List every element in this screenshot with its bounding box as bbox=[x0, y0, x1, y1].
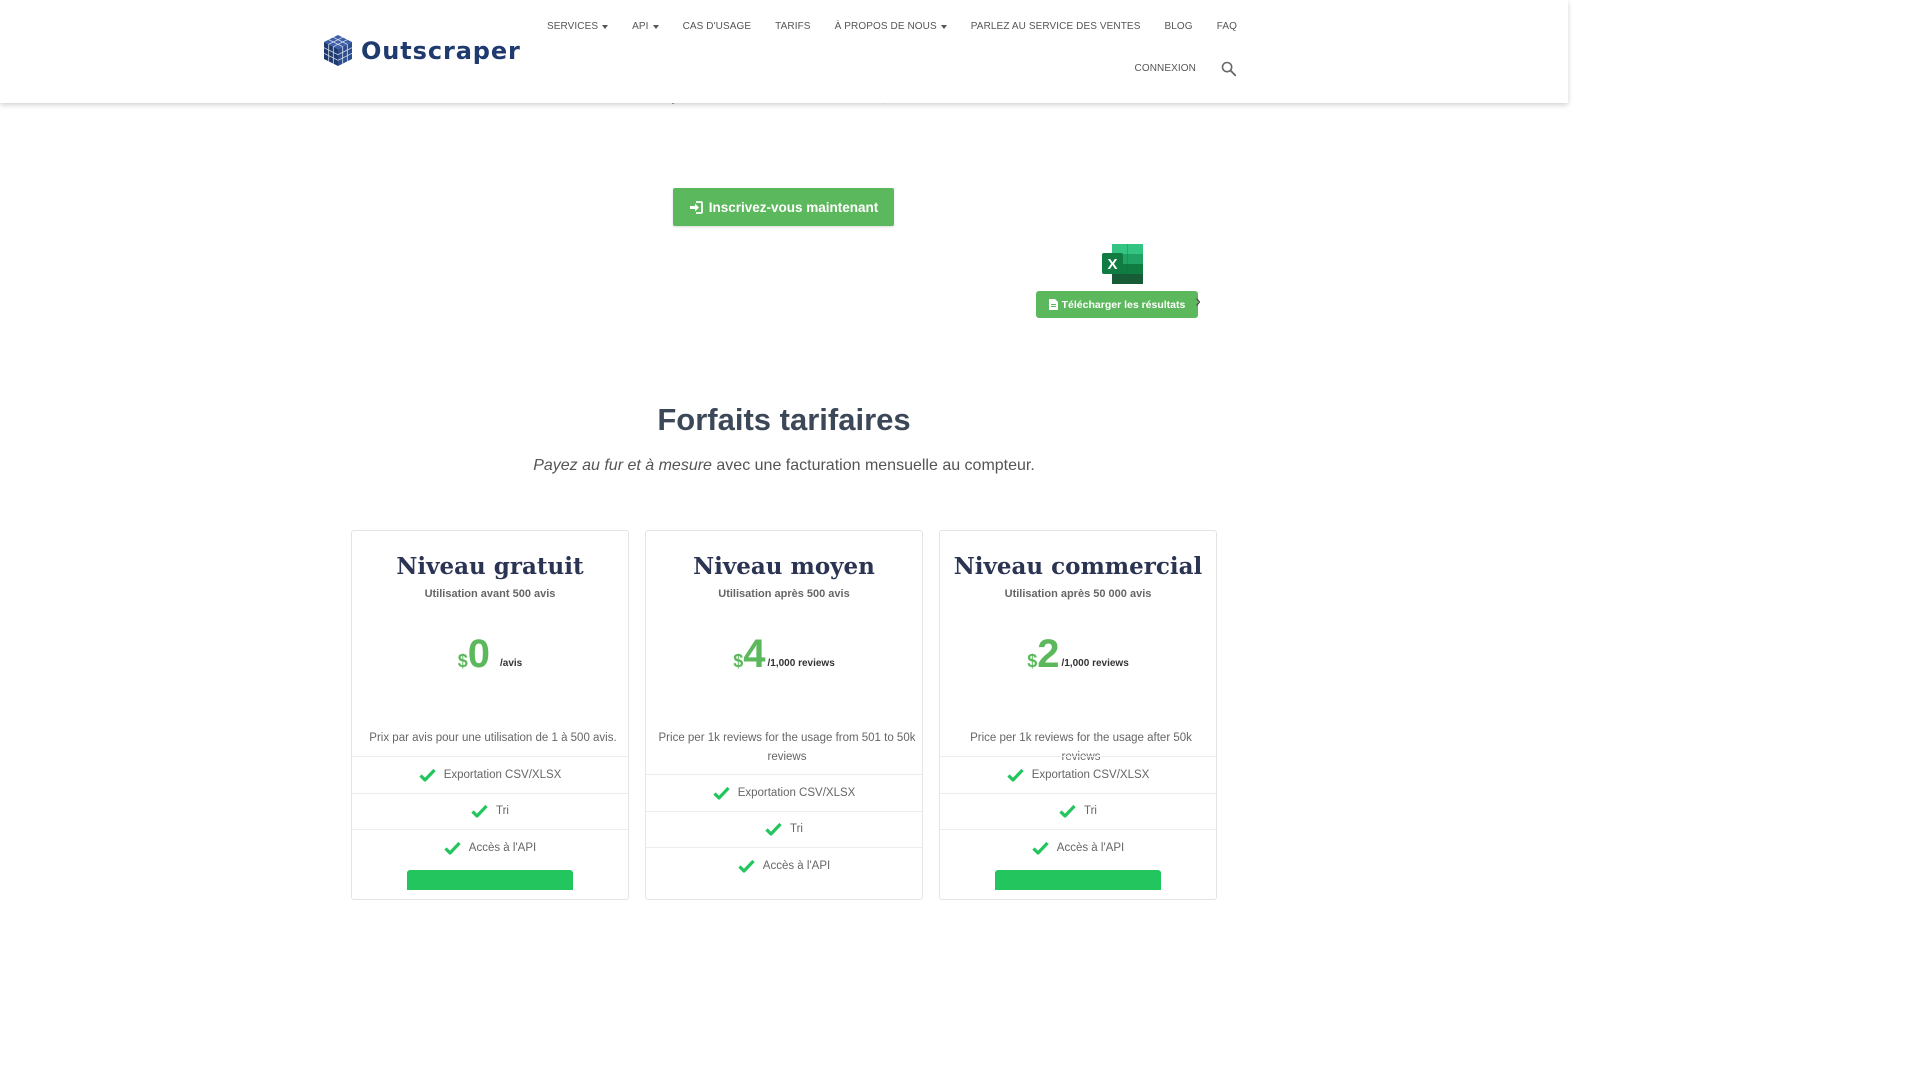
tier-price: $ 0 /avis bbox=[352, 634, 628, 674]
check-icon bbox=[444, 841, 461, 855]
feature-label: Tri bbox=[496, 805, 509, 818]
nav-pricing[interactable]: TARIFS bbox=[775, 21, 810, 32]
tier-name: Niveau gratuit bbox=[396, 553, 584, 580]
feature-item: Accès à l'API bbox=[940, 829, 1216, 866]
tier-usage: Utilisation avant 500 avis bbox=[424, 588, 556, 600]
tier-cta-button[interactable] bbox=[407, 870, 573, 890]
feature-label: Accès à l'API bbox=[1056, 841, 1125, 854]
nav-label: API bbox=[632, 21, 649, 32]
nav-label: FAQ bbox=[1216, 21, 1237, 32]
download-button-label: Télécharger les résultats bbox=[1061, 298, 1186, 311]
check-icon bbox=[765, 823, 782, 836]
check-icon bbox=[1007, 768, 1024, 782]
feature-label: Exportation CSV/XLSX bbox=[737, 786, 856, 799]
tier-description: Prix par avis pour une utilisation de 1 … bbox=[369, 732, 617, 744]
nav-label: SERVICES bbox=[546, 21, 599, 32]
nav-about[interactable]: À PROPOS DE NOUS bbox=[835, 21, 947, 32]
nav-label: CAS D'USAGE bbox=[682, 21, 752, 32]
check-icon bbox=[471, 805, 488, 818]
site-header: Outscraper SERVICES API CAS D'USAGE TARI… bbox=[0, 0, 1568, 103]
feature-item: Accès à l'API bbox=[352, 829, 628, 866]
nav-services[interactable]: SERVICES bbox=[546, 21, 609, 32]
check-icon bbox=[1032, 841, 1049, 855]
check-icon bbox=[1059, 805, 1076, 818]
secondary-nav: CONNEXION bbox=[1111, 60, 1237, 77]
feature-list: Exportation CSV/XLSX Tri Accès à l'API bbox=[352, 756, 628, 866]
caret-down-icon bbox=[940, 24, 947, 29]
price-currency: $ bbox=[733, 651, 744, 671]
cube-logo-icon bbox=[323, 35, 353, 66]
brand-logo[interactable]: Outscraper bbox=[323, 34, 521, 67]
sign-in-icon bbox=[689, 200, 703, 214]
feature-item: Tri bbox=[940, 792, 1216, 830]
price-amount: 0 bbox=[467, 632, 490, 676]
pricing-card-commercial: Niveau commercial Utilisation après 50 0… bbox=[939, 530, 1217, 900]
feature-label: Exportation CSV/XLSX bbox=[443, 768, 562, 781]
search-button[interactable] bbox=[1220, 60, 1237, 77]
svg-text:X: X bbox=[1107, 256, 1117, 273]
tier-usage: Utilisation après 50 000 avis bbox=[1004, 588, 1152, 600]
check-icon bbox=[738, 859, 755, 873]
download-results-button[interactable]: Télécharger les résultats bbox=[1036, 291, 1198, 318]
tier-cta-button[interactable] bbox=[995, 870, 1161, 890]
file-icon bbox=[1048, 299, 1058, 310]
tier-name: Niveau moyen bbox=[693, 553, 875, 580]
pricing-subtitle-rest: avec une facturation mensuelle au compte… bbox=[711, 457, 1035, 474]
check-icon bbox=[419, 768, 436, 782]
feature-item: Exportation CSV/XLSX bbox=[940, 756, 1216, 793]
main-nav: SERVICES API CAS D'USAGE TARIFS À PROPOS… bbox=[523, 21, 1237, 32]
feature-label: Tri bbox=[790, 823, 803, 836]
check-icon bbox=[713, 786, 730, 800]
pricing-title: Forfaits tarifaires bbox=[657, 402, 911, 437]
nav-label: CONNEXION bbox=[1134, 63, 1196, 74]
nav-label: PARLEZ AU SERVICE DES VENTES bbox=[970, 21, 1141, 32]
price-amount: 4 bbox=[743, 632, 766, 676]
nav-login[interactable]: CONNEXION bbox=[1135, 63, 1196, 74]
tier-usage: Utilisation après 500 avis bbox=[718, 588, 850, 600]
price-unit: /1,000 reviews bbox=[1061, 658, 1129, 669]
tier-description: Price per 1k reviews for the usage from … bbox=[658, 732, 916, 763]
price-unit: /1,000 reviews bbox=[767, 658, 835, 669]
nav-api[interactable]: API bbox=[632, 21, 659, 32]
feature-label: Accès à l'API bbox=[468, 841, 537, 854]
nav-blog[interactable]: BLOG bbox=[1164, 21, 1192, 32]
caret-down-icon bbox=[602, 24, 609, 29]
nav-label: TARIFS bbox=[775, 21, 811, 32]
brand-name: Outscraper bbox=[361, 36, 521, 65]
price-unit: /avis bbox=[500, 658, 523, 669]
caret-down-icon bbox=[652, 24, 659, 29]
tier-name: Niveau commercial bbox=[953, 553, 1203, 580]
feature-label: Exportation CSV/XLSX bbox=[1031, 768, 1150, 781]
nav-contact-sales[interactable]: PARLEZ AU SERVICE DES VENTES bbox=[971, 21, 1141, 32]
price-currency: $ bbox=[457, 651, 468, 671]
feature-item: Accès à l'API bbox=[646, 847, 922, 884]
feature-label: Accès à l'API bbox=[762, 859, 831, 872]
feature-item: Tri bbox=[352, 792, 628, 830]
search-icon bbox=[1221, 61, 1237, 77]
nav-label: À PROPOS DE NOUS bbox=[834, 21, 937, 32]
pricing-card-free: Niveau gratuit Utilisation avant 500 avi… bbox=[351, 530, 629, 900]
pricing-subtitle: Payez au fur et à mesure avec une factur… bbox=[0, 457, 1568, 475]
pricing-subtitle-italic: Payez au fur et à mesure bbox=[533, 457, 712, 474]
price-amount: 2 bbox=[1037, 632, 1060, 676]
excel-icon: X bbox=[1102, 244, 1143, 284]
feature-list: Exportation CSV/XLSX Tri Accès à l'API bbox=[646, 774, 922, 884]
signup-button-label: Inscrivez-vous maintenant bbox=[708, 199, 879, 215]
cursor-fragment-icon bbox=[1196, 298, 1200, 306]
feature-item: Exportation CSV/XLSX bbox=[352, 756, 628, 793]
feature-label: Tri bbox=[1084, 805, 1097, 818]
price-currency: $ bbox=[1027, 651, 1038, 671]
tier-price: $ 2 /1,000 reviews bbox=[940, 634, 1216, 674]
feature-list: Exportation CSV/XLSX Tri Accès à l'API bbox=[940, 756, 1216, 866]
feature-item: Tri bbox=[646, 810, 922, 848]
nav-label: BLOG bbox=[1164, 21, 1193, 32]
nav-faq[interactable]: FAQ bbox=[1217, 21, 1237, 32]
feature-item: Exportation CSV/XLSX bbox=[646, 774, 922, 811]
nav-use-cases[interactable]: CAS D'USAGE bbox=[683, 21, 752, 32]
pricing-card-medium: Niveau moyen Utilisation après 500 avis … bbox=[645, 530, 923, 900]
tier-price: $ 4 /1,000 reviews bbox=[646, 634, 922, 674]
signup-button[interactable]: Inscrivez-vous maintenant bbox=[673, 188, 894, 226]
